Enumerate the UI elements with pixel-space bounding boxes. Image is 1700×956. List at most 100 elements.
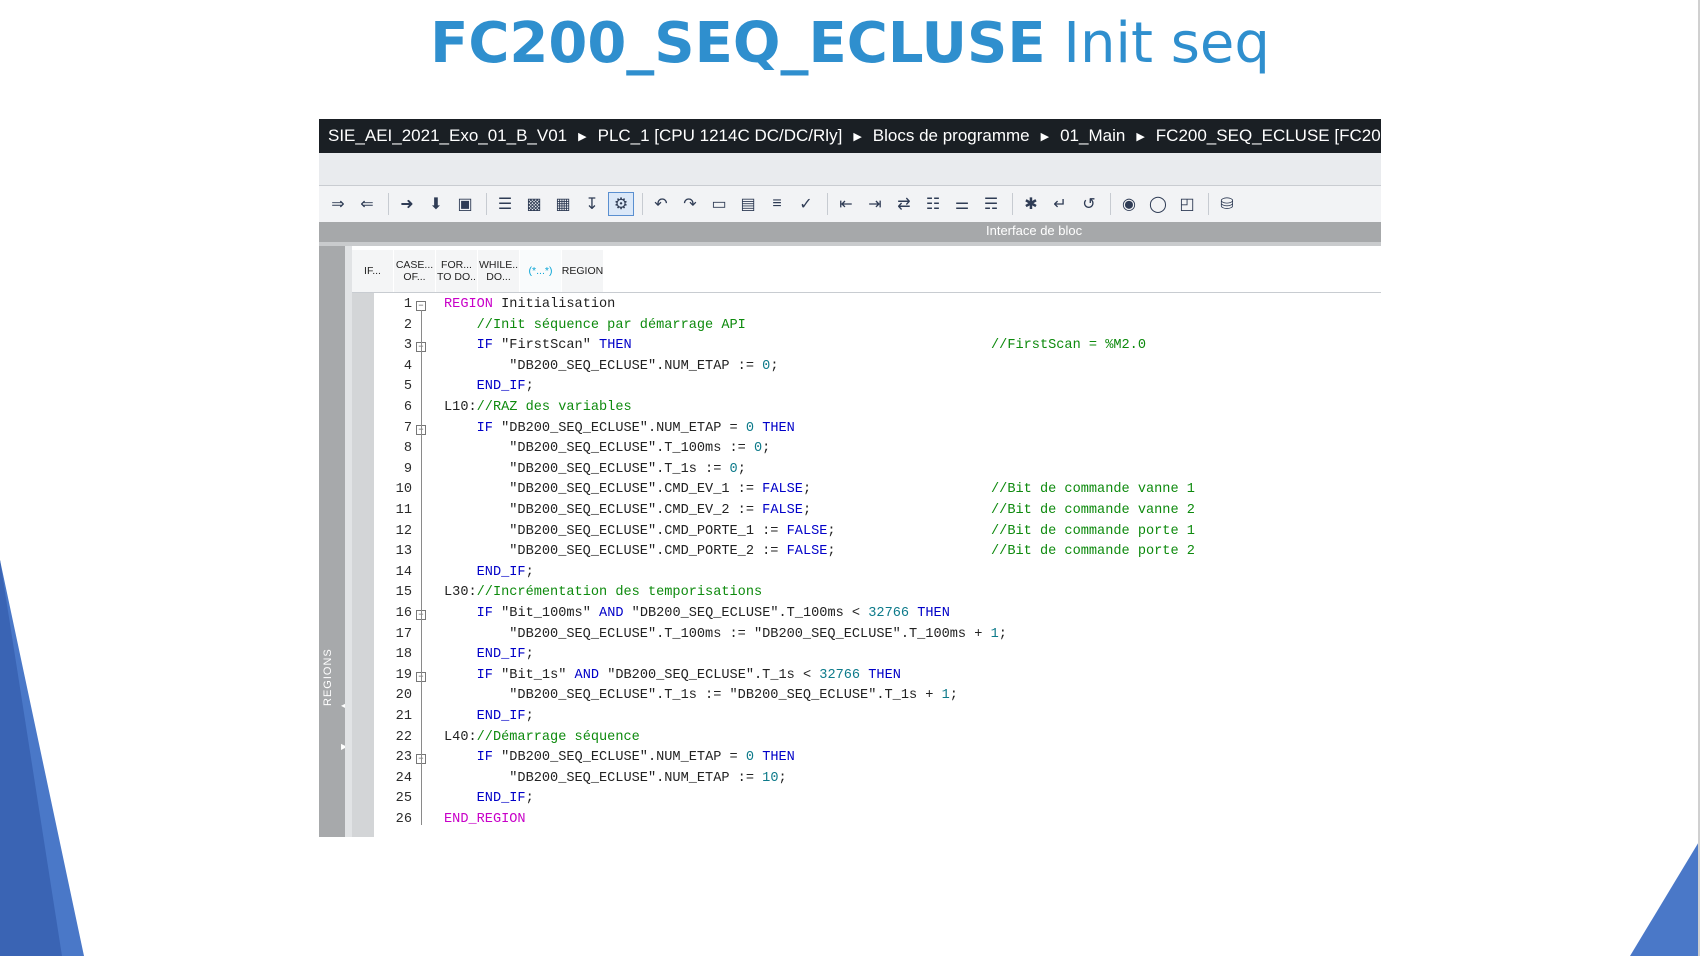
- code-line[interactable]: 17 "DB200_SEQ_ECLUSE".T_100ms := "DB200_…: [374, 625, 1374, 646]
- breadcrumb-blocks[interactable]: Blocs de programme: [871, 126, 1032, 146]
- code-text: "DB200_SEQ_ECLUSE".CMD_PORTE_1 := FALSE;: [444, 523, 836, 539]
- code-line[interactable]: 1− REGION Initialisation: [374, 295, 1374, 316]
- checkmark-icon[interactable]: ✓: [793, 192, 819, 216]
- code-text: L40://Démarrage séquence: [444, 729, 640, 745]
- line-number: 25: [395, 791, 412, 807]
- list-icon[interactable]: ☰: [492, 192, 518, 216]
- download-icon[interactable]: ⬇: [423, 192, 449, 216]
- code-line[interactable]: 11 "DB200_SEQ_ECLUSE".CMD_EV_2 := FALSE;…: [374, 501, 1374, 522]
- line-number: 3: [403, 338, 412, 354]
- line-number: 24: [395, 770, 412, 786]
- step-into-icon[interactable]: ↵: [1047, 192, 1073, 216]
- go-to-icon[interactable]: ➜: [394, 192, 420, 216]
- breadcrumb-fc200[interactable]: FC200_SEQ_ECLUSE [FC200]: [1154, 126, 1381, 146]
- snippet-for-to-do[interactable]: FOR... TO DO..: [436, 250, 478, 292]
- code-text: //Init séquence par démarrage API: [476, 317, 746, 333]
- line-number: 22: [395, 729, 412, 745]
- code-line[interactable]: 26 END_REGION: [374, 810, 1374, 831]
- load-icon[interactable]: ▦: [550, 192, 576, 216]
- regions-rail[interactable]: ◀ REGIONS ▶: [319, 246, 347, 837]
- code-line[interactable]: 7− IF "DB200_SEQ_ECLUSE".NUM_ETAP = 0 TH…: [374, 419, 1374, 440]
- snippet-while-do[interactable]: WHILE.. DO...: [478, 250, 520, 292]
- code-line[interactable]: 24 "DB200_SEQ_ECLUSE".NUM_ETAP := 10;: [374, 769, 1374, 790]
- delete-bookmark-icon[interactable]: ↶: [648, 192, 674, 216]
- code-line[interactable]: 10 "DB200_SEQ_ECLUSE".CMD_EV_1 := FALSE;…: [374, 480, 1374, 501]
- glasses-icon[interactable]: ◯: [1145, 192, 1171, 216]
- code-line[interactable]: 19− IF "Bit_1s" AND "DB200_SEQ_ECLUSE".T…: [374, 666, 1374, 687]
- line-number: 9: [403, 461, 412, 477]
- block-interface-bar[interactable]: Interface de bloc: [319, 222, 1381, 246]
- outdent-icon[interactable]: ⇄: [891, 192, 917, 216]
- code-text: "DB200_SEQ_ECLUSE".CMD_EV_1 := FALSE;: [444, 482, 812, 498]
- code-line[interactable]: 6 L10://RAZ des variables: [374, 398, 1374, 419]
- code-line[interactable]: 23− IF "DB200_SEQ_ECLUSE".NUM_ETAP = 0 T…: [374, 748, 1374, 769]
- indent-left-icon[interactable]: ⇤: [833, 192, 859, 216]
- code-line[interactable]: 15 L30://Incrémentation des temporisation…: [374, 583, 1374, 604]
- code-line[interactable]: 12 "DB200_SEQ_ECLUSE".CMD_PORTE_1 := FAL…: [374, 522, 1374, 543]
- decor-left-triangle: [0, 560, 84, 956]
- code-text: REGION Initialisation: [444, 297, 616, 312]
- fold-guide-line: [421, 310, 422, 825]
- snippet-if[interactable]: IF...: [352, 250, 394, 292]
- insert-network-icon[interactable]: ⇒: [325, 192, 351, 216]
- code-line[interactable]: 25 END_IF;: [374, 789, 1374, 810]
- code-line[interactable]: 8 "DB200_SEQ_ECLUSE".T_100ms := 0;: [374, 439, 1374, 460]
- indent-right-icon[interactable]: ⇥: [862, 192, 888, 216]
- code-line[interactable]: 5 END_IF;: [374, 377, 1374, 398]
- line-number: 16: [395, 606, 412, 621]
- watch-icon[interactable]: ◉: [1116, 192, 1142, 216]
- previous-bookmark-icon[interactable]: ▭: [706, 192, 732, 216]
- code-line[interactable]: 21 END_IF;: [374, 707, 1374, 728]
- trailing-comment: //Bit de commande vanne 1: [991, 482, 1195, 498]
- columns-icon[interactable]: ☷: [920, 192, 946, 216]
- line-number: 11: [395, 503, 412, 518]
- toolbar-separator: [1208, 193, 1209, 215]
- remove-network-icon[interactable]: ⇐: [354, 192, 380, 216]
- breakpoint-icon[interactable]: ✱: [1018, 192, 1044, 216]
- line-number: 1: [403, 297, 412, 312]
- trailing-comment: //Bit de commande porte 1: [991, 523, 1195, 539]
- code-text: "DB200_SEQ_ECLUSE".T_100ms := 0;: [444, 441, 771, 457]
- next-bookmark-icon[interactable]: ↷: [677, 192, 703, 216]
- glasses-compare-icon[interactable]: ◰: [1174, 192, 1200, 216]
- breadcrumb-project[interactable]: SIE_AEI_2021_Exo_01_B_V01: [326, 126, 569, 146]
- code-line[interactable]: 9 "DB200_SEQ_ECLUSE".T_1s := 0;: [374, 460, 1374, 481]
- code-line[interactable]: 16− IF "Bit_100ms" AND "DB200_SEQ_ECLUSE…: [374, 604, 1374, 625]
- absolute-operand-icon[interactable]: ⚙: [608, 192, 634, 216]
- snippet-region[interactable]: REGION: [562, 250, 604, 292]
- snippet-case-of[interactable]: CASE... OF...: [394, 250, 436, 292]
- code-line[interactable]: 3− IF "FirstScan" THEN//FirstScan = %M2.…: [374, 336, 1374, 357]
- code-line[interactable]: 13 "DB200_SEQ_ECLUSE".CMD_PORTE_2 := FAL…: [374, 542, 1374, 563]
- code-line[interactable]: 14 END_IF;: [374, 563, 1374, 584]
- toolbar-separator: [1110, 193, 1111, 215]
- code-line[interactable]: 18 END_IF;: [374, 645, 1374, 666]
- download-arrow-icon[interactable]: ↧: [579, 192, 605, 216]
- comment-icon[interactable]: ⚌: [949, 192, 975, 216]
- step-over-icon[interactable]: ↺: [1076, 192, 1102, 216]
- compile-icon[interactable]: ▩: [521, 192, 547, 216]
- block-interface-label: Interface de bloc: [986, 223, 1083, 238]
- snippet-label: CASE...: [395, 258, 434, 271]
- monitor-icon[interactable]: ▣: [452, 192, 478, 216]
- uncomment-icon[interactable]: ☴: [978, 192, 1004, 216]
- chevron-right-icon: ▶: [853, 130, 862, 143]
- rail-spacer: [345, 246, 352, 837]
- database-icon[interactable]: ⛁: [1214, 192, 1240, 216]
- snippet-comment[interactable]: (*...*): [520, 250, 562, 292]
- slide-title-rest: Init seq: [1063, 11, 1270, 76]
- decor-right-triangle: [1630, 840, 1700, 956]
- breadcrumb-main[interactable]: 01_Main: [1058, 126, 1127, 146]
- snippet-label: (*...*): [528, 264, 553, 277]
- bookmark-icon[interactable]: ▤: [735, 192, 761, 216]
- chevron-right-icon: ▶: [1040, 130, 1050, 143]
- code-text: "DB200_SEQ_ECLUSE".T_100ms := "DB200_SEQ…: [444, 626, 1007, 642]
- code-line[interactable]: 20 "DB200_SEQ_ECLUSE".T_1s := "DB200_SEQ…: [374, 686, 1374, 707]
- code-line[interactable]: 2 //Init séquence par démarrage API: [374, 316, 1374, 337]
- code-line[interactable]: 4 "DB200_SEQ_ECLUSE".NUM_ETAP := 0;: [374, 357, 1374, 378]
- breadcrumb-plc[interactable]: PLC_1 [CPU 1214C DC/DC/Rly]: [596, 126, 845, 146]
- trailing-comment: //Bit de commande vanne 2: [991, 503, 1195, 518]
- slide-title: FC200_SEQ_ECLUSE Init seq: [0, 6, 1700, 82]
- format-icon[interactable]: ≡: [764, 192, 790, 216]
- code-line[interactable]: 22 L40://Démarrage séquence: [374, 728, 1374, 749]
- scl-code-editor[interactable]: 1− REGION Initialisation 2 //Init séquence…: [374, 293, 1381, 837]
